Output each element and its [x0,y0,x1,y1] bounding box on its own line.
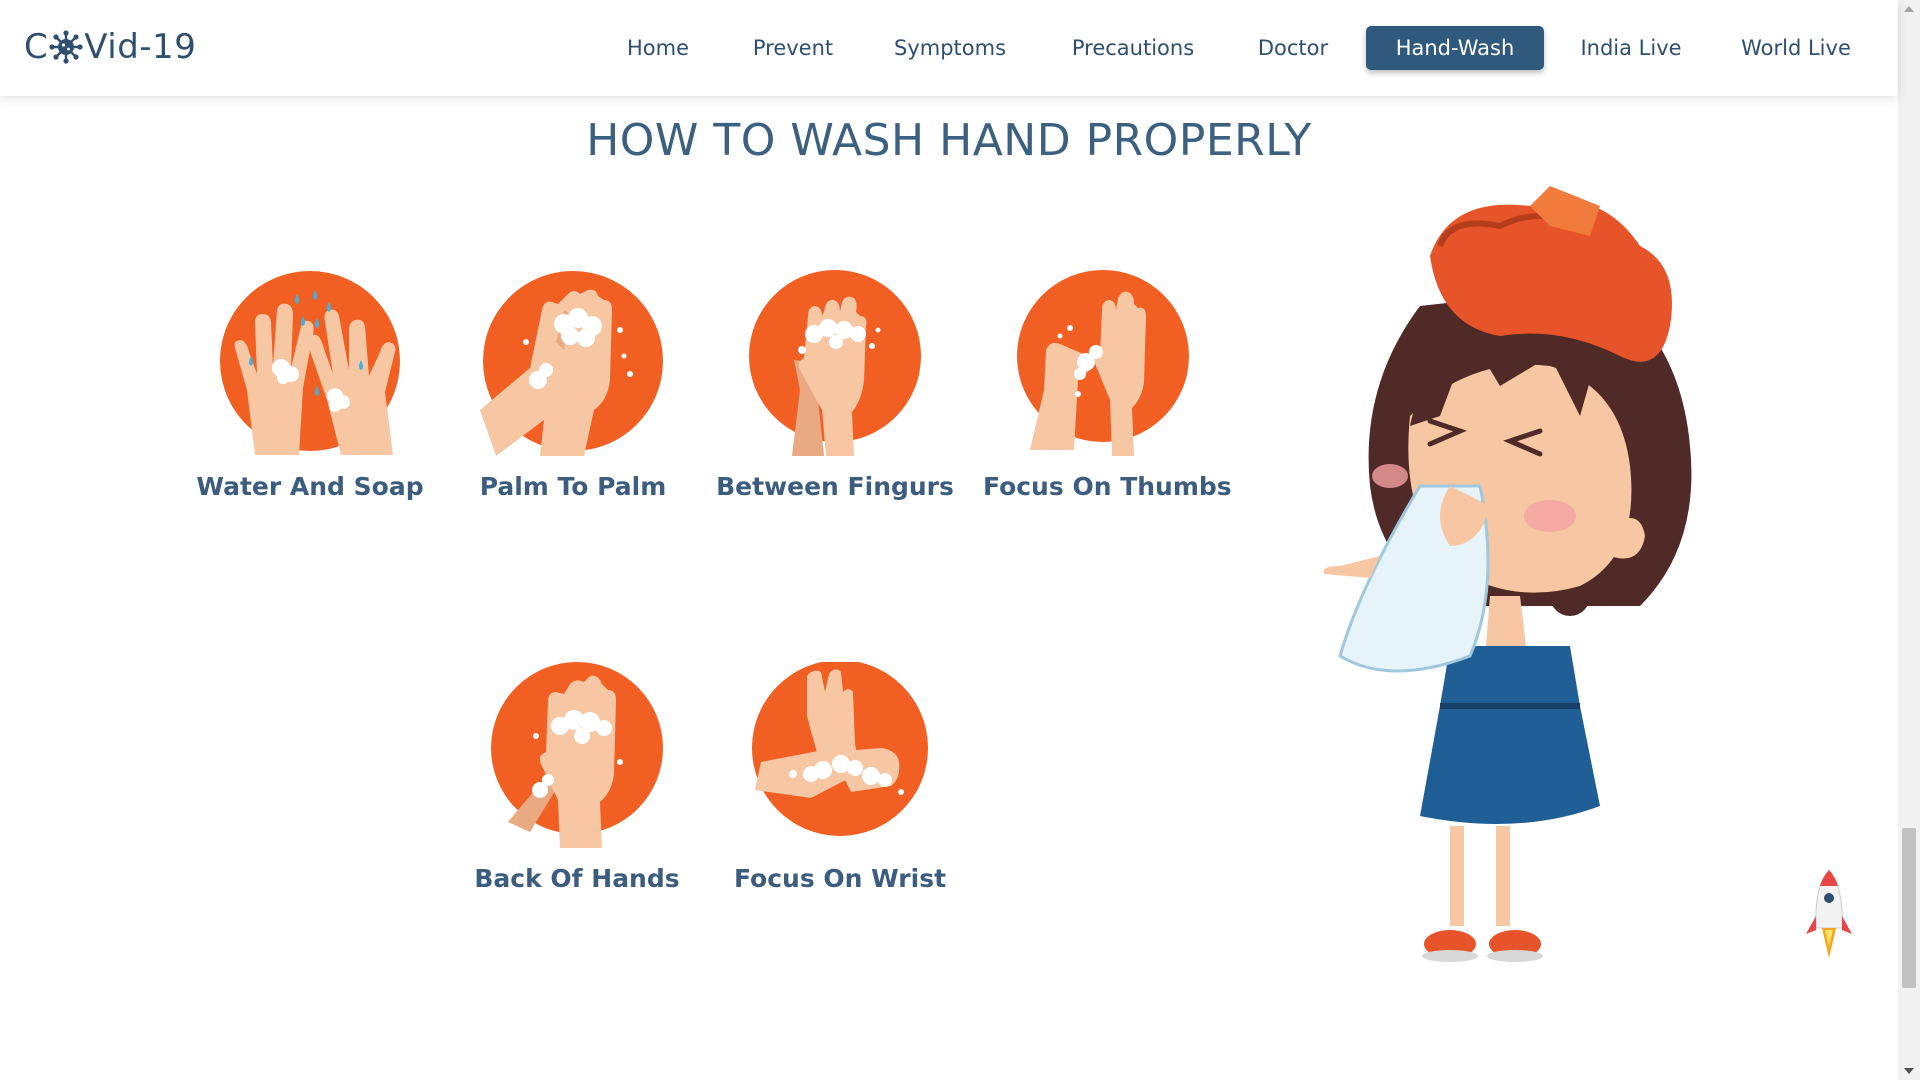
step-water-and-soap: Water And Soap [190,270,430,501]
step-between-fingers: Between Fingurs [715,270,955,501]
step-focus-on-wrist: Focus On Wrist [720,662,960,893]
main-nav: Home Prevent Symptoms Precautions Doctor… [0,26,1898,70]
step-label: Palm To Palm [479,472,667,501]
thumbs-icon [1017,270,1189,456]
page-title: HOW TO WASH HAND PROPERLY [586,115,1312,166]
nav-precautions[interactable]: Precautions [1063,26,1203,70]
nav-india-live[interactable]: India Live [1574,26,1688,70]
step-palm-to-palm: Palm To Palm [453,270,693,501]
rocket-icon[interactable] [1804,868,1854,968]
nav-doctor[interactable]: Doctor [1250,26,1336,70]
step-label: Water And Soap [196,472,424,501]
step-label: Focus On Wrist [733,864,947,893]
nav-home[interactable]: Home [612,26,704,70]
sneezing-girl-illustration [1323,186,1692,962]
nav-symptoms[interactable]: Symptoms [885,26,1015,70]
scroll-up-arrow-icon[interactable] [1904,6,1914,12]
hands-water-soap-icon [220,271,400,455]
scroll-down-arrow-icon[interactable] [1904,1068,1914,1074]
scroll-thumb[interactable] [1902,828,1916,988]
between-fingers-icon [749,270,921,456]
nav-world-live[interactable]: World Live [1734,26,1858,70]
step-label: Focus On Thumbs [983,472,1232,501]
vertical-scrollbar[interactable] [1898,0,1920,1080]
step-label: Back Of Hands [474,864,680,893]
nav-hand-wash[interactable]: Hand-Wash [1366,26,1544,70]
back-of-hands-icon [491,662,663,848]
wrist-icon [752,662,928,836]
palm-to-palm-icon [480,271,663,456]
step-focus-on-thumbs: Focus On Thumbs [983,270,1232,501]
navbar: C Vid-19 Home Prevent Symptoms Precautio… [0,0,1898,96]
nav-prevent[interactable]: Prevent [738,26,848,70]
step-back-of-hands: Back Of Hands [457,662,697,893]
step-label: Between Fingurs [716,472,954,501]
